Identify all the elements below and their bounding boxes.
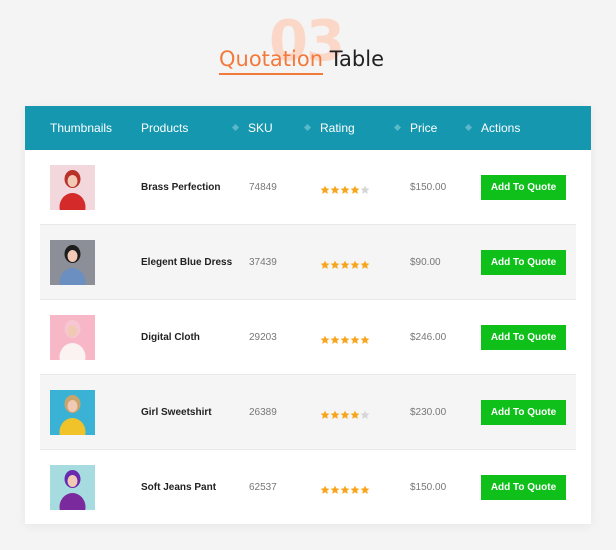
star-filled-icon bbox=[350, 260, 360, 270]
sort-icon bbox=[464, 123, 473, 132]
star-filled-icon bbox=[320, 185, 330, 195]
rating-stars bbox=[320, 407, 370, 420]
star-filled-icon bbox=[330, 485, 340, 495]
star-filled-icon bbox=[320, 335, 330, 345]
sku-value: 74849 bbox=[249, 182, 277, 193]
add-to-quote-button[interactable]: Add To Quote bbox=[481, 400, 566, 425]
sort-icon bbox=[231, 123, 240, 132]
star-filled-icon bbox=[360, 485, 370, 495]
price-value: $150.00 bbox=[410, 482, 447, 493]
column-header-sku[interactable]: SKU bbox=[231, 106, 273, 150]
product-name[interactable]: Soft Jeans Pant bbox=[141, 450, 216, 525]
sort-icon bbox=[393, 123, 402, 132]
product-thumbnail[interactable] bbox=[50, 390, 95, 435]
price-value: $150.00 bbox=[410, 182, 447, 193]
price-value: $246.00 bbox=[410, 332, 447, 343]
column-header-products[interactable]: Products bbox=[141, 106, 188, 150]
star-filled-icon bbox=[320, 410, 330, 420]
sku-value: 37439 bbox=[249, 257, 277, 268]
column-header-actions: Actions bbox=[464, 106, 520, 150]
price-value: $90.00 bbox=[410, 257, 441, 268]
star-filled-icon bbox=[340, 485, 350, 495]
title-accent: Quotation bbox=[219, 47, 324, 75]
table-row: Elegent Blue Dress 37439 $90.00 Add To Quot… bbox=[40, 225, 576, 300]
product-thumbnail[interactable] bbox=[50, 315, 95, 360]
sku-value: 62537 bbox=[249, 482, 277, 493]
add-to-quote-button[interactable]: Add To Quote bbox=[481, 325, 566, 350]
quotation-table: Thumbnails Products SKU Rating Price Act… bbox=[25, 106, 591, 524]
table-row: Girl Sweetshirt 26389 $230.00 Add To Quote bbox=[40, 375, 576, 450]
star-filled-icon bbox=[320, 485, 330, 495]
product-name[interactable]: Elegent Blue Dress bbox=[141, 225, 232, 300]
product-thumbnail[interactable] bbox=[50, 165, 95, 210]
star-filled-icon bbox=[330, 260, 340, 270]
add-to-quote-button[interactable]: Add To Quote bbox=[481, 175, 566, 200]
star-filled-icon bbox=[350, 335, 360, 345]
product-name[interactable]: Brass Perfection bbox=[141, 150, 220, 225]
star-empty-icon bbox=[360, 185, 370, 195]
star-filled-icon bbox=[340, 185, 350, 195]
product-thumbnail[interactable] bbox=[50, 240, 95, 285]
rating-stars bbox=[320, 182, 370, 195]
add-to-quote-button[interactable]: Add To Quote bbox=[481, 475, 566, 500]
star-filled-icon bbox=[360, 260, 370, 270]
star-filled-icon bbox=[320, 260, 330, 270]
title-main: Table bbox=[329, 47, 385, 71]
page-title: Quotation Table bbox=[219, 46, 385, 75]
price-value: $230.00 bbox=[410, 407, 447, 418]
column-header-thumbnails: Thumbnails bbox=[50, 121, 113, 135]
star-filled-icon bbox=[340, 410, 350, 420]
product-name[interactable]: Girl Sweetshirt bbox=[141, 375, 212, 450]
table-row: Digital Cloth 29203 $246.00 Add To Quote bbox=[40, 300, 576, 375]
sku-value: 26389 bbox=[249, 407, 277, 418]
star-filled-icon bbox=[350, 485, 360, 495]
product-name[interactable]: Digital Cloth bbox=[141, 300, 200, 375]
column-header-rating[interactable]: Rating bbox=[303, 106, 355, 150]
sku-value: 29203 bbox=[249, 332, 277, 343]
table-header: Thumbnails Products SKU Rating Price Act… bbox=[25, 106, 591, 150]
rating-stars bbox=[320, 332, 370, 345]
rating-stars bbox=[320, 257, 370, 270]
star-empty-icon bbox=[360, 410, 370, 420]
star-filled-icon bbox=[340, 335, 350, 345]
column-header-price[interactable]: Price bbox=[393, 106, 437, 150]
rating-stars bbox=[320, 482, 370, 495]
star-filled-icon bbox=[350, 185, 360, 195]
table-row: Soft Jeans Pant 62537 $150.00 Add To Quote bbox=[40, 450, 576, 525]
sort-icon bbox=[303, 123, 312, 132]
star-filled-icon bbox=[360, 335, 370, 345]
product-thumbnail[interactable] bbox=[50, 465, 95, 510]
star-filled-icon bbox=[330, 410, 340, 420]
star-filled-icon bbox=[340, 260, 350, 270]
star-filled-icon bbox=[330, 335, 340, 345]
star-filled-icon bbox=[350, 410, 360, 420]
section-heading: 03 Quotation Table bbox=[0, 14, 616, 84]
star-filled-icon bbox=[330, 185, 340, 195]
table-row: Brass Perfection 74849 $150.00 Add To Quote bbox=[40, 150, 576, 225]
add-to-quote-button[interactable]: Add To Quote bbox=[481, 250, 566, 275]
